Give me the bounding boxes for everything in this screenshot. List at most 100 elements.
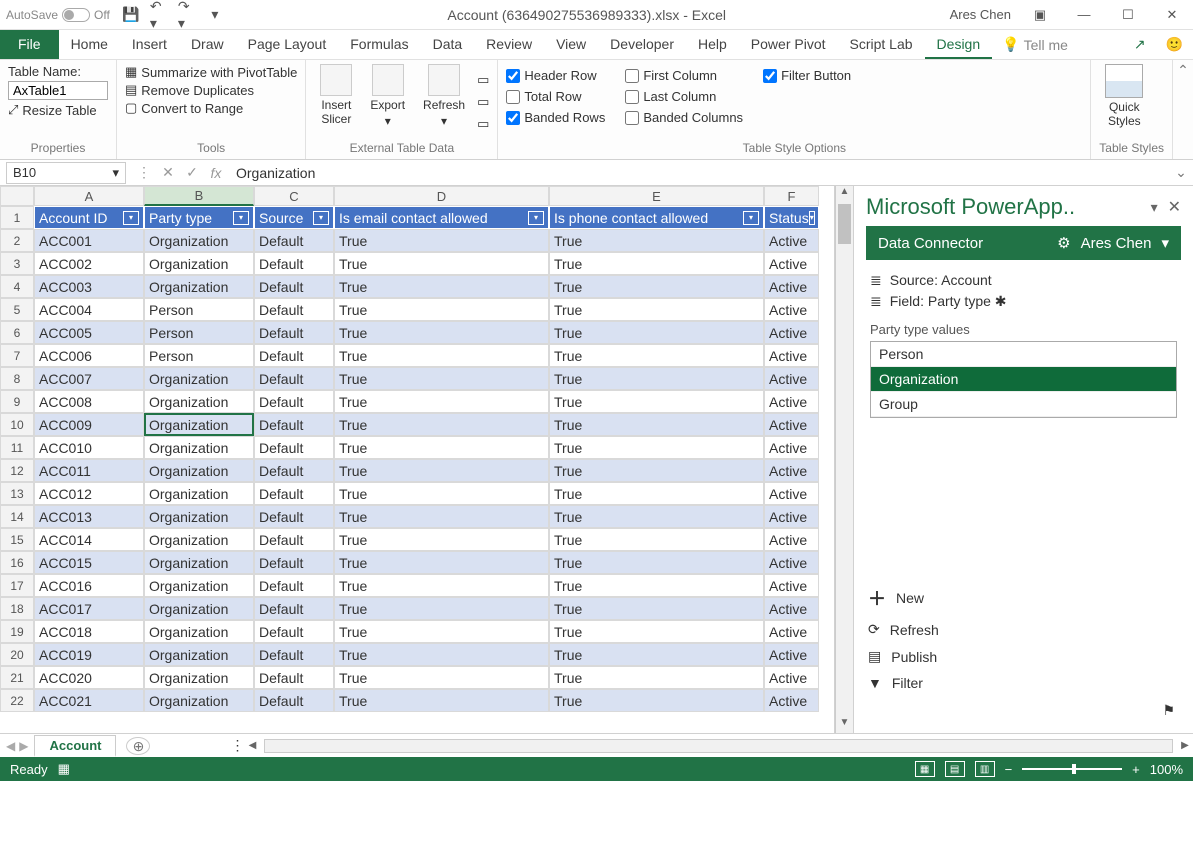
cell[interactable]: True bbox=[549, 298, 764, 321]
pane-close-icon[interactable]: ✕ bbox=[1168, 197, 1181, 217]
filter-button-checkbox[interactable]: Filter Button bbox=[763, 68, 851, 83]
add-sheet-button[interactable]: ⊕ bbox=[126, 737, 150, 755]
tab-formulas[interactable]: Formulas bbox=[338, 30, 420, 59]
cell[interactable]: Default bbox=[254, 229, 334, 252]
cell[interactable]: True bbox=[549, 413, 764, 436]
cell[interactable]: True bbox=[549, 229, 764, 252]
cell[interactable]: Organization bbox=[144, 551, 254, 574]
cell[interactable]: Organization bbox=[144, 252, 254, 275]
scroll-left-icon[interactable]: ◀ bbox=[244, 740, 260, 751]
cell[interactable]: ACC006 bbox=[34, 344, 144, 367]
filter-dropdown-icon[interactable]: ▾ bbox=[313, 211, 329, 225]
col-header-E[interactable]: E bbox=[549, 186, 764, 206]
table-header[interactable]: Party type▾ bbox=[144, 206, 254, 229]
row-header[interactable]: 12 bbox=[0, 459, 34, 482]
cell[interactable]: True bbox=[334, 597, 549, 620]
filter-dropdown-icon[interactable]: ▾ bbox=[528, 211, 544, 225]
cell[interactable]: True bbox=[334, 620, 549, 643]
col-header-A[interactable]: A bbox=[34, 186, 144, 206]
remove-duplicates-button[interactable]: ▤ Remove Duplicates bbox=[125, 82, 297, 98]
spreadsheet-grid[interactable]: ABCDEF 1Account ID▾Party type▾Source▾Is … bbox=[0, 186, 835, 733]
last-column-checkbox[interactable]: Last Column bbox=[625, 89, 743, 104]
cell[interactable]: True bbox=[549, 367, 764, 390]
row-header[interactable]: 17 bbox=[0, 574, 34, 597]
cell[interactable]: ACC002 bbox=[34, 252, 144, 275]
page-layout-icon[interactable]: ▤ bbox=[945, 761, 965, 777]
cell[interactable]: True bbox=[334, 229, 549, 252]
zoom-out-icon[interactable]: − bbox=[1005, 762, 1013, 777]
row-header[interactable]: 2 bbox=[0, 229, 34, 252]
cell[interactable]: True bbox=[549, 505, 764, 528]
cell[interactable]: True bbox=[549, 666, 764, 689]
save-icon[interactable]: 💾 bbox=[122, 6, 140, 24]
row-header[interactable]: 21 bbox=[0, 666, 34, 689]
cell[interactable]: True bbox=[549, 459, 764, 482]
unlink-icon[interactable]: ▭ bbox=[477, 116, 489, 132]
cell[interactable]: Organization bbox=[144, 459, 254, 482]
cell[interactable]: Active bbox=[764, 643, 819, 666]
col-header-C[interactable]: C bbox=[254, 186, 334, 206]
cell[interactable]: True bbox=[334, 689, 549, 712]
cell[interactable]: ACC009 bbox=[34, 413, 144, 436]
chevron-down-icon[interactable]: ▾ bbox=[1161, 234, 1169, 252]
row-header[interactable]: 5 bbox=[0, 298, 34, 321]
table-header[interactable]: Is phone contact allowed▾ bbox=[549, 206, 764, 229]
row-header[interactable]: 10 bbox=[0, 413, 34, 436]
tab-developer[interactable]: Developer bbox=[598, 30, 686, 59]
cell[interactable]: Default bbox=[254, 620, 334, 643]
tab-view[interactable]: View bbox=[544, 30, 598, 59]
cancel-icon[interactable]: ✕ bbox=[156, 164, 180, 181]
row-header[interactable]: 7 bbox=[0, 344, 34, 367]
properties-icon[interactable]: ▭ bbox=[477, 72, 489, 88]
cell[interactable]: Active bbox=[764, 252, 819, 275]
tab-script-lab[interactable]: Script Lab bbox=[838, 30, 925, 59]
minimize-button[interactable]: — bbox=[1069, 7, 1099, 22]
autosave-toggle[interactable] bbox=[62, 8, 90, 22]
row-header[interactable]: 19 bbox=[0, 620, 34, 643]
cell[interactable]: Default bbox=[254, 574, 334, 597]
total-row-checkbox[interactable]: Total Row bbox=[506, 89, 605, 104]
cell[interactable]: ACC016 bbox=[34, 574, 144, 597]
cell[interactable]: Active bbox=[764, 574, 819, 597]
cell[interactable]: Active bbox=[764, 298, 819, 321]
macro-record-icon[interactable]: ▦ bbox=[58, 761, 70, 777]
col-header-F[interactable]: F bbox=[764, 186, 819, 206]
pane-user[interactable]: Ares Chen bbox=[1081, 235, 1152, 252]
row-header[interactable]: 16 bbox=[0, 551, 34, 574]
flag-icon[interactable]: ⚑ bbox=[866, 696, 1181, 725]
cell[interactable]: Default bbox=[254, 643, 334, 666]
hscroll-grip-icon[interactable]: ⋮ bbox=[230, 737, 244, 754]
cell[interactable]: Default bbox=[254, 344, 334, 367]
maximize-button[interactable]: ☐ bbox=[1113, 7, 1143, 23]
scroll-right-icon[interactable]: ▶ bbox=[1177, 740, 1193, 751]
cell[interactable]: Active bbox=[764, 689, 819, 712]
cell[interactable]: ACC010 bbox=[34, 436, 144, 459]
zoom-level[interactable]: 100% bbox=[1150, 762, 1183, 777]
name-box[interactable]: B10▾ bbox=[6, 162, 126, 184]
tab-design[interactable]: Design bbox=[925, 30, 993, 59]
feedback-icon[interactable]: 🙂 bbox=[1156, 30, 1193, 59]
cell[interactable]: True bbox=[549, 252, 764, 275]
zoom-slider[interactable] bbox=[1022, 768, 1122, 770]
table-header[interactable]: Status▾ bbox=[764, 206, 819, 229]
cell[interactable]: Default bbox=[254, 321, 334, 344]
tab-insert[interactable]: Insert bbox=[120, 30, 179, 59]
cell[interactable]: Default bbox=[254, 551, 334, 574]
autosave[interactable]: AutoSave Off bbox=[6, 8, 110, 22]
normal-view-icon[interactable]: ▦ bbox=[915, 761, 935, 777]
scroll-up-icon[interactable]: ▲ bbox=[836, 186, 853, 202]
cell[interactable]: True bbox=[334, 551, 549, 574]
cell[interactable]: Default bbox=[254, 436, 334, 459]
enter-icon[interactable]: ✓ bbox=[180, 164, 204, 181]
chevron-down-icon[interactable]: ▾ bbox=[112, 165, 119, 181]
cell[interactable]: ACC020 bbox=[34, 666, 144, 689]
row-header[interactable]: 3 bbox=[0, 252, 34, 275]
cell[interactable]: ACC013 bbox=[34, 505, 144, 528]
cell[interactable]: Default bbox=[254, 459, 334, 482]
banded-rows-checkbox[interactable]: Banded Rows bbox=[506, 110, 605, 125]
cell[interactable]: True bbox=[334, 367, 549, 390]
cell[interactable]: Default bbox=[254, 275, 334, 298]
cell[interactable]: Default bbox=[254, 597, 334, 620]
cell[interactable]: ACC011 bbox=[34, 459, 144, 482]
party-type-value[interactable]: Group bbox=[871, 392, 1176, 417]
